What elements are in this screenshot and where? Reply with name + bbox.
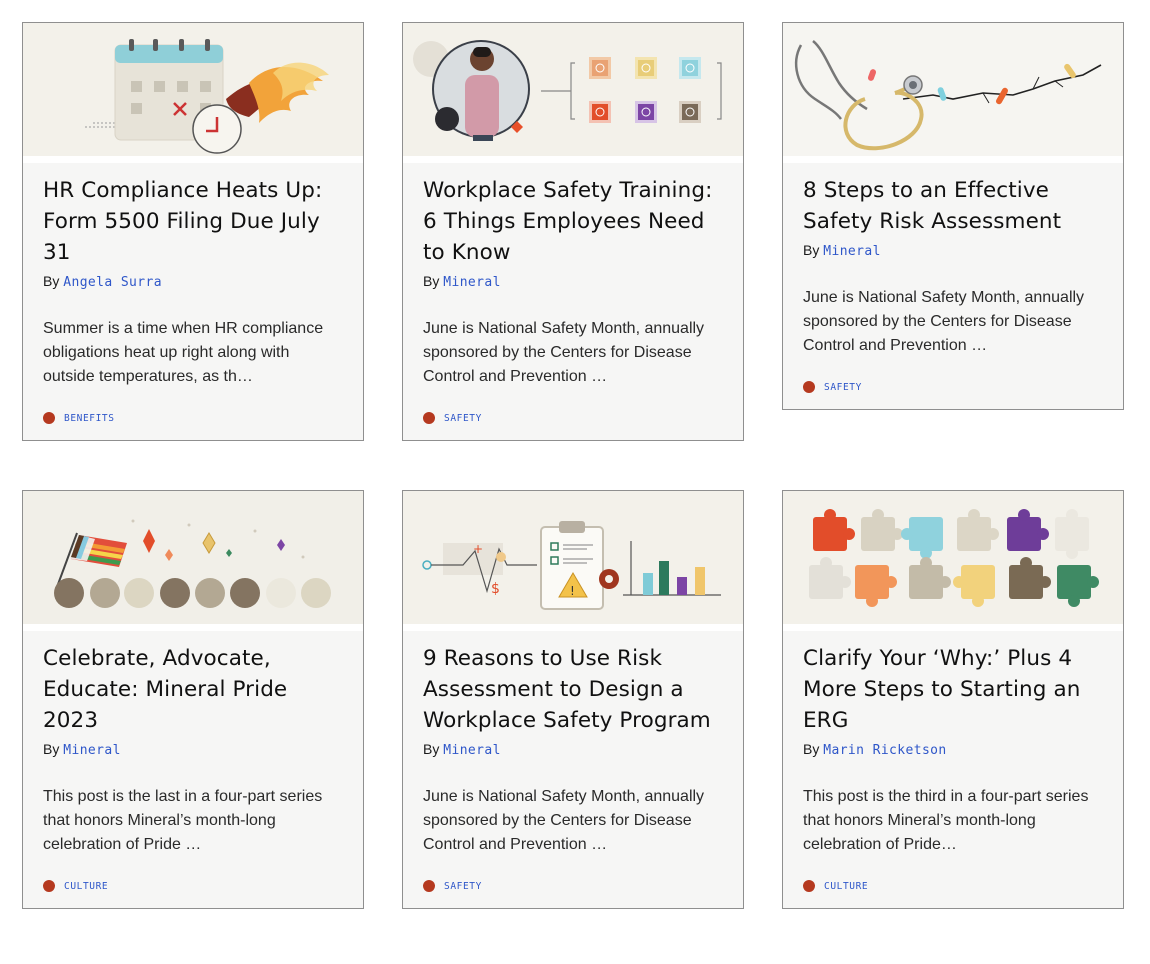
article-excerpt: June is National Safety Month, annually … [423, 320, 705, 385]
byline: By Mineral [423, 272, 723, 292]
article-thumbnail[interactable] [403, 23, 743, 163]
article-title[interactable]: 8 Steps to an Effective Safety Risk Asse… [803, 175, 1103, 237]
article-card: HR Compliance Heats Up: Form 5500 Filing… [22, 22, 364, 441]
article-excerpt: June is National Safety Month, annually … [423, 788, 705, 853]
article-excerpt: Summer is a time when HR compliance obli… [43, 320, 324, 385]
article-card: 8 Steps to an Effective Safety Risk Asse… [782, 22, 1124, 410]
article-title[interactable]: Workplace Safety Training: 6 Things Empl… [423, 175, 723, 268]
author-link[interactable]: Angela Surra [63, 275, 162, 290]
category-tag[interactable]: CULTURE [803, 879, 1103, 893]
article-card: Clarify Your ‘Why:’ Plus 4 More Steps to… [782, 490, 1124, 909]
tag-label: SAFETY [444, 880, 482, 892]
byline-prefix: By [43, 741, 60, 757]
tag-dot-icon [803, 381, 815, 393]
tag-dot-icon [423, 880, 435, 892]
byline-prefix: By [423, 741, 440, 757]
article-thumbnail[interactable]: + $ ! [403, 491, 743, 631]
author-link[interactable]: Mineral [63, 743, 121, 758]
category-tag[interactable]: SAFETY [803, 380, 1103, 394]
pride-flag-sparkles-illustration [23, 491, 363, 624]
tag-label: CULTURE [824, 880, 869, 892]
article-title[interactable]: Celebrate, Advocate, Educate: Mineral Pr… [43, 643, 343, 736]
article-thumbnail[interactable] [783, 491, 1123, 631]
byline: By Marin Ricketson [803, 740, 1103, 760]
category-tag[interactable]: CULTURE [43, 879, 343, 893]
tag-dot-icon [43, 880, 55, 892]
article-excerpt: June is National Safety Month, annually … [803, 289, 1085, 354]
category-tag[interactable]: BENEFITS [43, 411, 343, 425]
svg-text:$: $ [491, 581, 500, 597]
puzzle-pieces-illustration [783, 491, 1123, 624]
tag-label: CULTURE [64, 880, 109, 892]
clipboard-chart-illustration: + $ ! [403, 491, 743, 624]
presenter-checklist-illustration [403, 23, 743, 156]
byline: By Angela Surra [43, 272, 343, 292]
article-card: + $ ! 9 Reasons to Use Risk Assessment t… [402, 490, 744, 909]
article-title[interactable]: HR Compliance Heats Up: Form 5500 Filing… [43, 175, 343, 268]
article-card: Workplace Safety Training: 6 Things Empl… [402, 22, 744, 441]
article-card: Celebrate, Advocate, Educate: Mineral Pr… [22, 490, 364, 909]
byline-prefix: By [803, 242, 820, 258]
tag-dot-icon [803, 880, 815, 892]
author-link[interactable]: Mineral [823, 244, 881, 259]
byline-prefix: By [803, 741, 820, 757]
category-tag[interactable]: SAFETY [423, 411, 723, 425]
article-title[interactable]: 9 Reasons to Use Risk Assessment to Desi… [423, 643, 723, 736]
tag-dot-icon [423, 412, 435, 424]
svg-text:+: + [473, 542, 483, 556]
article-excerpt: This post is the third in a four-part se… [803, 788, 1089, 853]
byline-prefix: By [423, 273, 440, 289]
tag-label: SAFETY [444, 412, 482, 424]
stethoscope-crack-illustration [783, 23, 1123, 156]
category-tag[interactable]: SAFETY [423, 879, 723, 893]
article-excerpt: This post is the last in a four-part ser… [43, 788, 323, 853]
author-link[interactable]: Marin Ricketson [823, 743, 946, 758]
author-link[interactable]: Mineral [443, 743, 501, 758]
byline: By Mineral [423, 740, 723, 760]
tag-label: SAFETY [824, 381, 862, 393]
article-thumbnail[interactable] [23, 491, 363, 631]
article-title[interactable]: Clarify Your ‘Why:’ Plus 4 More Steps to… [803, 643, 1103, 736]
article-thumbnail[interactable] [783, 23, 1123, 163]
byline-prefix: By [43, 273, 60, 289]
author-link[interactable]: Mineral [443, 275, 501, 290]
svg-text:!: ! [570, 584, 575, 598]
calendar-clock-flame-illustration [23, 23, 363, 156]
tag-label: BENEFITS [64, 412, 115, 424]
tag-dot-icon [43, 412, 55, 424]
article-thumbnail[interactable] [23, 23, 363, 163]
byline: By Mineral [803, 241, 1103, 261]
byline: By Mineral [43, 740, 343, 760]
